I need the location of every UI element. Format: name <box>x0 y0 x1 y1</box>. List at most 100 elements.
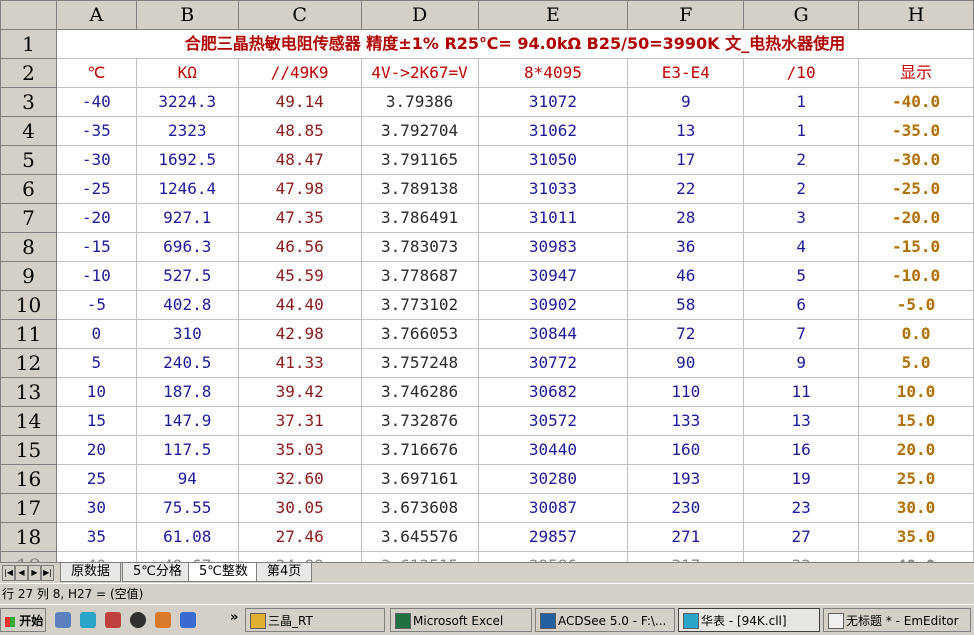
header-cell[interactable]: //49K9 <box>237 58 362 88</box>
data-cell[interactable]: -35.0 <box>858 116 974 146</box>
data-cell[interactable]: -35 <box>55 116 137 146</box>
column-header-c[interactable]: C <box>237 0 362 30</box>
ie-quicklaunch-icon[interactable] <box>180 612 196 628</box>
data-cell[interactable]: -40 <box>55 87 137 117</box>
data-cell[interactable]: 9 <box>743 348 860 378</box>
data-cell[interactable]: 40 <box>55 551 137 562</box>
data-cell[interactable]: 31072 <box>477 87 629 117</box>
data-cell[interactable]: 927.1 <box>135 203 239 233</box>
data-cell[interactable]: 47.35 <box>237 203 362 233</box>
data-cell[interactable]: 3.766053 <box>360 319 479 349</box>
data-cell[interactable]: 5.0 <box>858 348 974 378</box>
column-header-g[interactable]: G <box>743 0 860 30</box>
data-cell[interactable]: -25.0 <box>858 174 974 204</box>
data-cell[interactable]: 58 <box>627 290 745 320</box>
data-cell[interactable]: 2 <box>743 145 860 175</box>
row-header[interactable]: 12 <box>0 348 57 378</box>
row-header[interactable]: 10 <box>0 290 57 320</box>
data-cell[interactable]: -5.0 <box>858 290 974 320</box>
header-cell[interactable]: /10 <box>743 58 860 88</box>
data-cell[interactable]: 31033 <box>477 174 629 204</box>
data-cell[interactable]: 5 <box>743 261 860 291</box>
data-cell[interactable]: 20 <box>55 435 137 465</box>
data-cell[interactable]: -20 <box>55 203 137 233</box>
data-cell[interactable]: 6 <box>743 290 860 320</box>
data-cell[interactable]: 16 <box>743 435 860 465</box>
data-cell[interactable]: 527.5 <box>135 261 239 291</box>
row-header[interactable]: 11 <box>0 319 57 349</box>
sheet-tab[interactable]: 第4页 <box>256 563 313 582</box>
data-cell[interactable]: 35.0 <box>858 522 974 552</box>
data-cell[interactable]: 31011 <box>477 203 629 233</box>
data-cell[interactable]: 10 <box>55 377 137 407</box>
data-cell[interactable]: 3.673608 <box>360 493 479 523</box>
data-cell[interactable]: 30280 <box>477 464 629 494</box>
row-header[interactable]: 9 <box>0 261 57 291</box>
data-cell[interactable]: 696.3 <box>135 232 239 262</box>
row-header[interactable]: 1 <box>0 29 57 59</box>
header-cell[interactable]: 8*4095 <box>477 58 629 88</box>
data-cell[interactable]: 30440 <box>477 435 629 465</box>
data-cell[interactable]: 193 <box>627 464 745 494</box>
data-cell[interactable]: 9 <box>627 87 745 117</box>
notepad-quicklaunch-icon[interactable] <box>55 612 71 628</box>
data-cell[interactable]: 30 <box>55 493 137 523</box>
prev-sheet-button[interactable]: ◀ <box>15 565 28 581</box>
data-cell[interactable]: -30.0 <box>858 145 974 175</box>
sheet-tab[interactable]: 5℃整数 <box>188 563 259 582</box>
start-button[interactable]: 开始 <box>0 608 46 632</box>
data-cell[interactable]: 30087 <box>477 493 629 523</box>
data-cell[interactable]: 11 <box>743 377 860 407</box>
data-cell[interactable]: 3.716676 <box>360 435 479 465</box>
header-cell[interactable]: ℃ <box>55 58 137 88</box>
data-cell[interactable]: 37.31 <box>237 406 362 436</box>
taskbar-task-button[interactable]: Microsoft Excel <box>390 608 532 632</box>
taskbar-overflow-icon[interactable]: » <box>230 610 238 625</box>
data-cell[interactable]: 3.783073 <box>360 232 479 262</box>
data-cell[interactable]: 90 <box>627 348 745 378</box>
sheet-tab[interactable]: 原数据 <box>60 563 122 582</box>
data-cell[interactable]: 48.47 <box>237 145 362 175</box>
data-cell[interactable]: 31062 <box>477 116 629 146</box>
header-cell[interactable]: KΩ <box>135 58 239 88</box>
data-cell[interactable]: 25.0 <box>858 464 974 494</box>
data-cell[interactable]: 30902 <box>477 290 629 320</box>
data-cell[interactable]: 35.03 <box>237 435 362 465</box>
browser-quicklaunch-icon[interactable] <box>80 612 96 628</box>
row-header[interactable]: 8 <box>0 232 57 262</box>
row-header[interactable]: 4 <box>0 116 57 146</box>
row-header[interactable]: 13 <box>0 377 57 407</box>
data-cell[interactable]: 240.5 <box>135 348 239 378</box>
data-cell[interactable]: 147.9 <box>135 406 239 436</box>
data-cell[interactable]: 3224.3 <box>135 87 239 117</box>
data-cell[interactable]: 0 <box>55 319 137 349</box>
next-sheet-button[interactable]: ▶ <box>28 565 41 581</box>
data-cell[interactable]: 35 <box>55 522 137 552</box>
data-cell[interactable]: 402.8 <box>135 290 239 320</box>
spreadsheet-grid[interactable]: A B C D E F G H 1 合肥三晶热敏电阻传感器 精度±1% R25℃= 94.0kΩ … <box>0 0 974 562</box>
row-header[interactable]: 18 <box>0 522 57 552</box>
data-cell[interactable]: 39.42 <box>237 377 362 407</box>
data-cell[interactable]: 94 <box>135 464 239 494</box>
data-cell[interactable]: 22 <box>627 174 745 204</box>
data-cell[interactable]: 3.789138 <box>360 174 479 204</box>
row-header[interactable]: 17 <box>0 493 57 523</box>
data-cell[interactable]: 46 <box>627 261 745 291</box>
data-cell[interactable]: 30947 <box>477 261 629 291</box>
data-cell[interactable]: 5 <box>55 348 137 378</box>
data-cell[interactable]: 4 <box>743 232 860 262</box>
data-cell[interactable]: 15 <box>55 406 137 436</box>
header-cell[interactable]: 4V->2K67=V <box>360 58 479 88</box>
data-cell[interactable]: -5 <box>55 290 137 320</box>
data-cell[interactable]: 3.773102 <box>360 290 479 320</box>
column-header-h[interactable]: H <box>858 0 974 30</box>
data-cell[interactable]: 41.33 <box>237 348 362 378</box>
qq-quicklaunch-icon[interactable] <box>130 612 146 628</box>
data-cell[interactable]: 25 <box>55 464 137 494</box>
data-cell[interactable]: 230 <box>627 493 745 523</box>
select-all-corner[interactable] <box>0 0 57 30</box>
data-cell[interactable]: -15.0 <box>858 232 974 262</box>
data-cell[interactable]: 7 <box>743 319 860 349</box>
data-cell[interactable]: 3.79386 <box>360 87 479 117</box>
data-cell[interactable]: 2323 <box>135 116 239 146</box>
